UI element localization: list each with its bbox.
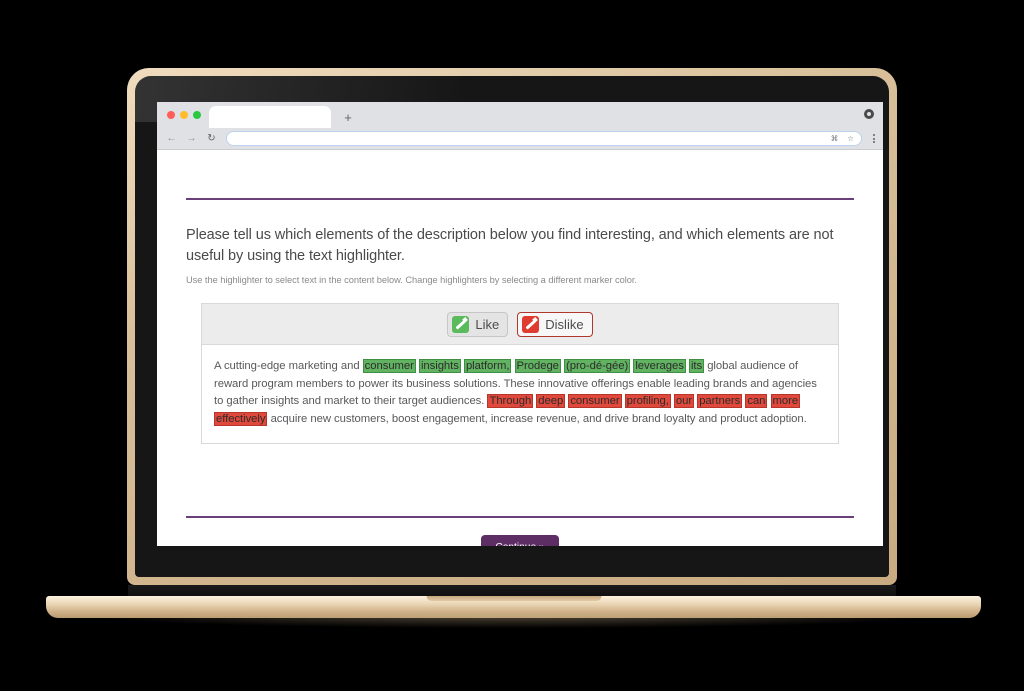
laptop-base-shadow xyxy=(80,614,946,628)
profile-icon[interactable] xyxy=(864,109,874,119)
like-marker-label: Like xyxy=(475,316,500,332)
highlight-dislike[interactable]: Through xyxy=(487,394,534,409)
divider-bottom xyxy=(186,516,854,519)
maximize-window-icon[interactable] xyxy=(193,111,201,119)
continue-button[interactable]: Continue » xyxy=(481,535,559,546)
highlighter-toolbar: Like Dislike xyxy=(202,304,838,346)
page-title: Please tell us which elements of the des… xyxy=(186,227,834,265)
forward-icon[interactable]: → xyxy=(186,133,197,144)
dislike-marker-label: Dislike xyxy=(545,316,584,332)
continue-row: Continue » xyxy=(186,535,854,546)
highlight-dislike[interactable]: profiling, xyxy=(624,394,671,409)
page-subtitle: Use the highlighter to select text in th… xyxy=(186,275,637,286)
highlight-dislike[interactable]: can xyxy=(745,394,768,409)
highlight-dislike[interactable]: effectively xyxy=(214,411,268,426)
red-marker-icon xyxy=(522,315,540,333)
highlight-like[interactable]: consumer xyxy=(362,359,416,374)
highlight-dislike[interactable]: deep xyxy=(536,394,566,409)
highlighter-widget: Like Dislike A cutting-edge marketing an… xyxy=(201,303,839,445)
highlight-dislike[interactable]: partners xyxy=(697,394,743,409)
highlightable-text[interactable]: A cutting-edge marketing and consumer in… xyxy=(202,345,838,443)
highlight-dislike[interactable]: more xyxy=(770,394,801,409)
back-icon[interactable]: ← xyxy=(166,133,177,144)
highlight-like[interactable]: (pro-dé-gée) xyxy=(564,359,631,374)
browser-chrome: + ← → ↻ ⌘ ☆ xyxy=(157,102,883,150)
page-inner: Please tell us which elements of the des… xyxy=(157,198,883,546)
screen-bezel: + ← → ↻ ⌘ ☆ Please tell us which element… xyxy=(135,76,889,577)
close-window-icon[interactable] xyxy=(167,111,175,119)
highlight-dislike[interactable]: our xyxy=(673,394,695,409)
browser-tab[interactable] xyxy=(209,106,331,128)
highlight-like[interactable]: leverages xyxy=(633,359,686,374)
reload-icon[interactable]: ↻ xyxy=(206,133,217,144)
laptop-lid: + ← → ↻ ⌘ ☆ Please tell us which element… xyxy=(127,68,897,585)
laptop-mockup: + ← → ↻ ⌘ ☆ Please tell us which element… xyxy=(0,0,1024,691)
browser-toolbar: ← → ↻ ⌘ ☆ xyxy=(157,128,883,149)
highlight-like[interactable]: Prodege xyxy=(514,359,561,374)
new-tab-icon[interactable]: + xyxy=(337,106,359,128)
screen-viewport: + ← → ↻ ⌘ ☆ Please tell us which element… xyxy=(157,102,883,546)
like-marker-button[interactable]: Like xyxy=(447,311,509,337)
green-marker-icon xyxy=(452,315,470,333)
highlight-like[interactable]: its xyxy=(688,359,705,374)
page-content: Please tell us which elements of the des… xyxy=(157,198,883,546)
highlight-like[interactable]: platform, xyxy=(463,359,512,374)
highlight-like[interactable]: insights xyxy=(418,359,461,374)
highlight-dislike[interactable]: consumer xyxy=(568,394,622,409)
divider-top xyxy=(186,198,854,200)
browser-menu-icon[interactable] xyxy=(871,134,875,143)
minimize-window-icon[interactable] xyxy=(180,111,188,119)
address-bar[interactable]: ⌘ ☆ xyxy=(226,131,862,146)
window-controls[interactable] xyxy=(167,102,209,128)
bookmark-star-icon[interactable]: ☆ xyxy=(847,135,854,143)
command-icon[interactable]: ⌘ xyxy=(831,135,839,143)
tab-strip: + xyxy=(157,102,883,128)
dislike-marker-button[interactable]: Dislike xyxy=(517,311,593,337)
